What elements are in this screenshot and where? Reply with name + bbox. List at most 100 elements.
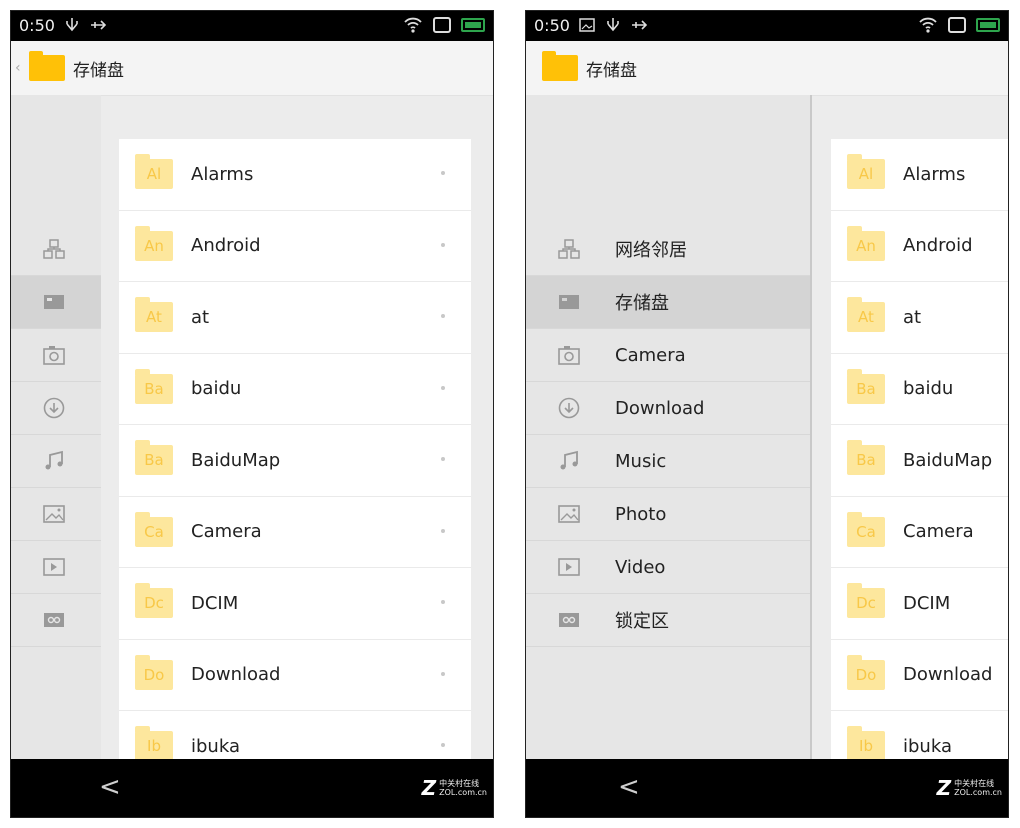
- status-bar: 0:50: [526, 11, 1008, 41]
- file-row[interactable]: Dc DCIM: [831, 568, 1008, 640]
- screen-icon: [948, 17, 966, 33]
- file-row[interactable]: Do Download: [831, 640, 1008, 711]
- sidebar-item-lock-zone[interactable]: 锁定区: [526, 594, 810, 647]
- file-row[interactable]: At at: [119, 282, 471, 354]
- file-row[interactable]: Al Alarms: [831, 139, 1008, 211]
- file-row[interactable]: An Android: [119, 211, 471, 282]
- file-name: ibuka: [903, 735, 952, 757]
- file-row[interactable]: An Android: [831, 211, 1008, 282]
- phone-screen-expanded: 0:50 存储盘 网络邻居 存储盘 Camera Download Music …: [525, 10, 1009, 818]
- more-icon[interactable]: [441, 600, 445, 604]
- sidebar-item-video[interactable]: Video: [526, 541, 810, 594]
- file-name: Android: [191, 235, 261, 257]
- folder-icon: Ba: [847, 440, 885, 476]
- sidebar-item-lock-zone[interactable]: [11, 594, 101, 647]
- file-row[interactable]: Ca Camera: [831, 497, 1008, 568]
- back-button[interactable]: <: [99, 772, 121, 802]
- music-icon: [557, 449, 581, 473]
- title-bar: 存储盘: [526, 41, 1008, 96]
- folder-icon: Ib: [847, 726, 885, 762]
- more-icon[interactable]: [441, 314, 445, 318]
- more-icon[interactable]: [441, 743, 445, 747]
- wifi-icon: [404, 17, 422, 33]
- camera-icon: [557, 343, 581, 367]
- chevron-left-icon[interactable]: ‹: [15, 60, 25, 76]
- file-row[interactable]: Do Download: [119, 640, 471, 711]
- more-icon[interactable]: [441, 671, 445, 676]
- sidebar-item-label: 网络邻居: [615, 240, 687, 261]
- file-name: DCIM: [903, 592, 951, 614]
- file-row[interactable]: Dc DCIM: [119, 568, 471, 640]
- file-name: Download: [903, 664, 993, 686]
- file-row[interactable]: Ca Camera: [119, 497, 471, 568]
- sidebar-item-video[interactable]: [11, 541, 101, 594]
- file-name: Alarms: [191, 163, 254, 185]
- sidebar-item-network[interactable]: 网络邻居: [526, 223, 810, 276]
- sidebar-item-download[interactable]: Download: [526, 382, 810, 435]
- sidebar-item-photo[interactable]: Photo: [526, 488, 810, 541]
- status-time: 0:50: [19, 16, 55, 35]
- folder-icon: Dc: [135, 583, 173, 619]
- folder-icon: Al: [135, 154, 173, 190]
- sidebar-item-label: Download: [615, 397, 705, 419]
- page-title: 存储盘: [73, 60, 124, 81]
- download-icon: [557, 396, 581, 420]
- folder-icon: At: [135, 297, 173, 333]
- folder-icon: Ba: [847, 368, 885, 404]
- sidebar-item-storage[interactable]: 存储盘: [526, 276, 810, 329]
- file-row[interactable]: Ba baidu: [119, 354, 471, 425]
- sidebar-item-photo[interactable]: [11, 488, 101, 541]
- file-row[interactable]: Ba BaiduMap: [119, 425, 471, 497]
- sidebar-item-camera[interactable]: Camera: [526, 329, 810, 382]
- sidebar-item-label: Video: [615, 556, 666, 578]
- more-icon[interactable]: [441, 457, 445, 461]
- music-icon: [42, 449, 66, 473]
- folder-icon: Dc: [847, 583, 885, 619]
- usb-connection-icon: [91, 20, 107, 30]
- file-name: at: [191, 306, 210, 328]
- sidebar-item-music[interactable]: [11, 435, 101, 488]
- sidebar-item-music[interactable]: Music: [526, 435, 810, 488]
- sidebar-item-download[interactable]: [11, 382, 101, 435]
- battery-icon: [976, 18, 1000, 32]
- usb-icon: [607, 18, 619, 32]
- back-button[interactable]: <: [618, 772, 640, 802]
- status-bar: 0:50: [11, 11, 493, 41]
- more-icon[interactable]: [441, 171, 445, 175]
- file-name: Camera: [191, 521, 262, 543]
- folder-icon: An: [847, 225, 885, 261]
- navigation-bar: < Z 中关村在线 ZOL.com.cn: [526, 759, 1008, 817]
- file-name: ibuka: [191, 735, 240, 757]
- lock-zone-icon: [42, 608, 66, 632]
- sidebar-item-storage[interactable]: [11, 276, 101, 329]
- usb-connection-icon: [632, 20, 648, 30]
- folder-icon[interactable]: [542, 51, 578, 81]
- more-icon[interactable]: [441, 242, 445, 247]
- folder-icon: [29, 51, 65, 81]
- folder-icon: Al: [847, 154, 885, 190]
- sidebar-item-network[interactable]: [11, 223, 101, 276]
- video-icon: [42, 555, 66, 579]
- file-name: DCIM: [191, 592, 239, 614]
- folder-icon: Ca: [135, 511, 173, 547]
- file-row[interactable]: At at: [831, 282, 1008, 354]
- file-row[interactable]: Ba baidu: [831, 354, 1008, 425]
- file-list: Al Alarms An Android At at Ba baidu Ba BaiduM…: [119, 139, 471, 783]
- file-name: baidu: [191, 378, 242, 400]
- more-icon[interactable]: [441, 528, 445, 533]
- sidebar-item-label: Camera: [615, 344, 686, 366]
- file-row[interactable]: Ba BaiduMap: [831, 425, 1008, 497]
- screen-icon: [433, 17, 451, 33]
- more-icon[interactable]: [441, 385, 445, 390]
- phone-screen-collapsed: 0:50 ‹ 存储盘 Al Alarms An Android At at Ba…: [10, 10, 494, 818]
- wifi-icon: [919, 17, 937, 33]
- sidebar-item-label: 锁定区: [615, 611, 669, 632]
- folder-icon: An: [135, 225, 173, 261]
- file-row[interactable]: Al Alarms: [119, 139, 471, 211]
- navigation-bar: < Z 中关村在线 ZOL.com.cn: [11, 759, 493, 817]
- file-list: Al Alarms An Android At at Ba baidu Ba BaiduM…: [831, 139, 1008, 783]
- folder-icon: Ba: [135, 368, 173, 404]
- folder-icon: Ca: [847, 511, 885, 547]
- sidebar-item-label: Photo: [615, 503, 667, 525]
- sidebar-item-camera[interactable]: [11, 329, 101, 382]
